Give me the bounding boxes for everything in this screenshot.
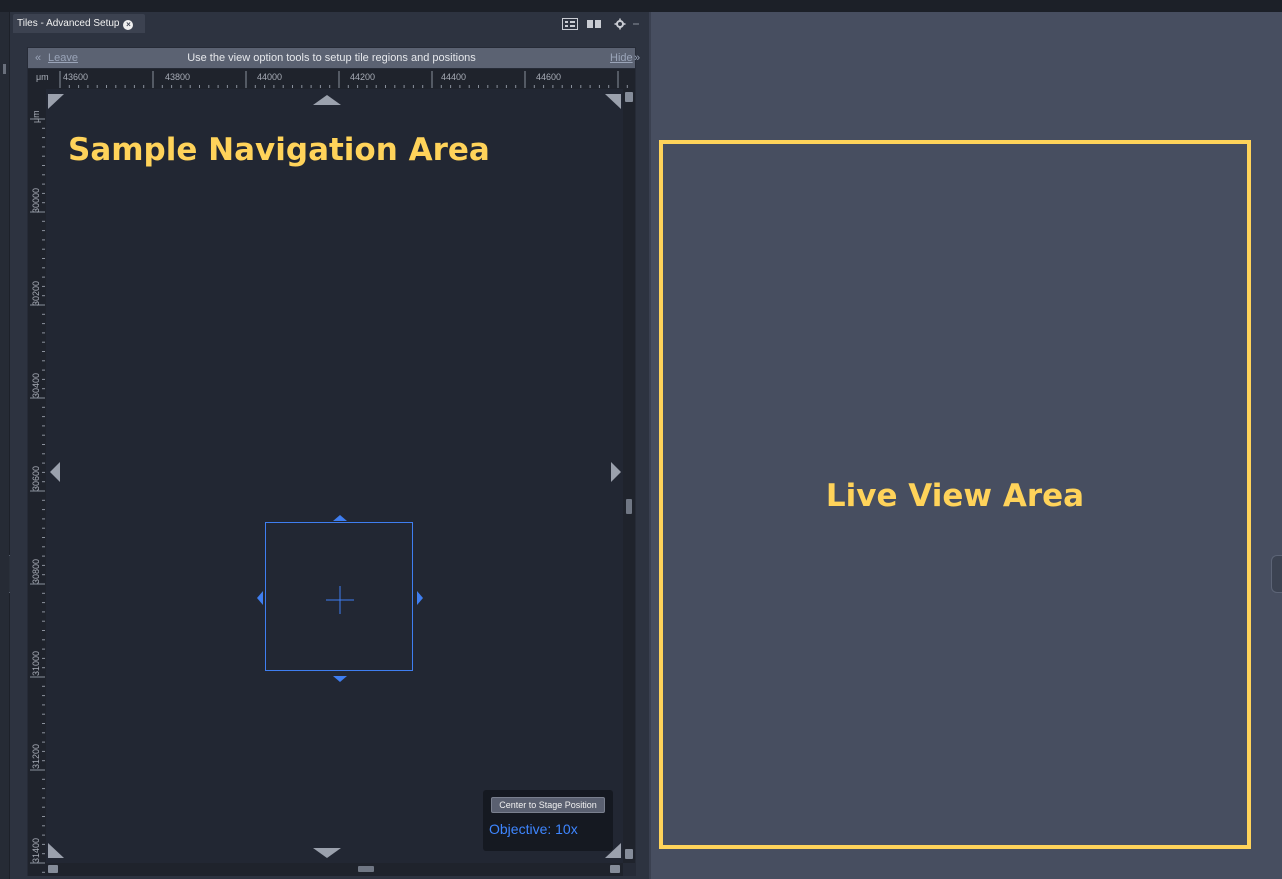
- ruler-tick-label: 30400: [31, 372, 41, 398]
- center-to-stage-position-button[interactable]: Center to Stage Position: [491, 797, 605, 813]
- ruler-tick-label: 44000: [257, 72, 283, 82]
- stage-marker-graphics: [257, 515, 423, 682]
- horizontal-scroll-thumb[interactable]: [358, 866, 374, 872]
- left-edge-strip: [0, 12, 9, 879]
- ruler-unit: μm: [36, 72, 49, 82]
- stage-move-right-arrow[interactable]: [417, 591, 423, 605]
- pan-left-arrow[interactable]: [50, 462, 60, 482]
- horizontal-ruler: μm 43600 43800 44000 44200 44400 44600: [28, 69, 635, 89]
- pan-arrows: [48, 94, 621, 858]
- stage-move-left-arrow[interactable]: [257, 591, 263, 605]
- pan-down-arrow[interactable]: [313, 848, 341, 858]
- ruler-tick-label: 43600: [63, 72, 89, 82]
- ruler-tick-label: 31200: [31, 743, 41, 769]
- ruler-tick-label: 43800: [165, 72, 191, 82]
- hide-chevron-icon[interactable]: »: [634, 48, 640, 68]
- hide-link[interactable]: Hide: [610, 48, 633, 68]
- scroll-left-button[interactable]: [48, 865, 58, 873]
- ruler-tick-label: 30600: [31, 465, 41, 491]
- panel-divider[interactable]: [649, 12, 651, 879]
- ruler-tick-label: 30000: [31, 187, 41, 213]
- pan-right-arrow[interactable]: [611, 462, 621, 482]
- info-message: Use the view option tools to setup tile …: [187, 52, 476, 64]
- sample-navigation-area-label: Sample Navigation Area: [68, 132, 490, 168]
- close-icon[interactable]: ×: [123, 20, 134, 30]
- right-panel-collapse-handle[interactable]: [1271, 555, 1282, 593]
- ruler-tick-label: 44600: [536, 72, 562, 82]
- scroll-down-button[interactable]: [625, 849, 633, 859]
- top-bar: [0, 0, 1282, 12]
- ruler-tick-label: 44200: [350, 72, 376, 82]
- stage-move-up-arrow[interactable]: [333, 515, 347, 521]
- stage-move-down-arrow[interactable]: [333, 676, 347, 682]
- ruler-tick-label: 31400: [31, 837, 41, 863]
- vertical-ruler: μm 30000 30200 30400 30600 30800 31000 3…: [28, 89, 46, 876]
- gear-icon[interactable]: [612, 18, 628, 30]
- grid-view-icon[interactable]: [562, 18, 578, 30]
- split-view-icon[interactable]: [586, 18, 602, 30]
- objective-label: Objective:: [489, 821, 552, 837]
- vertical-scroll-thumb[interactable]: [626, 499, 632, 514]
- scroll-up-button[interactable]: [625, 92, 633, 102]
- ruler-tick-label: 30800: [31, 558, 41, 584]
- pan-top-right-arrow[interactable]: [605, 94, 621, 109]
- dropdown-arrow-icon[interactable]: [631, 18, 641, 30]
- edge-marker: [3, 64, 6, 74]
- pan-bottom-left-arrow[interactable]: [48, 843, 64, 858]
- ruler-tick-label: 30200: [31, 280, 41, 306]
- tab-label: Tiles - Advanced Setup: [17, 18, 120, 29]
- objective-value: 10x: [555, 821, 578, 837]
- tab-tiles-advanced-setup[interactable]: Tiles - Advanced Setup ×: [13, 14, 145, 33]
- ruler-unit: μm: [31, 110, 41, 123]
- pan-up-arrow[interactable]: [313, 95, 341, 105]
- ruler-tick-label: 31000: [31, 650, 41, 676]
- pan-top-left-arrow[interactable]: [48, 94, 64, 109]
- scroll-right-button[interactable]: [610, 865, 620, 873]
- crosshair-icon: [326, 586, 354, 614]
- objective-readout: Objective: 10x: [489, 821, 578, 837]
- horizontal-scrollbar[interactable]: [46, 863, 623, 876]
- ruler-tick-label: 44400: [441, 72, 467, 82]
- vertical-scrollbar[interactable]: [623, 89, 635, 863]
- live-view-area-label: Live View Area: [825, 478, 1085, 514]
- info-bar: « Leave Use the view option tools to set…: [28, 48, 640, 68]
